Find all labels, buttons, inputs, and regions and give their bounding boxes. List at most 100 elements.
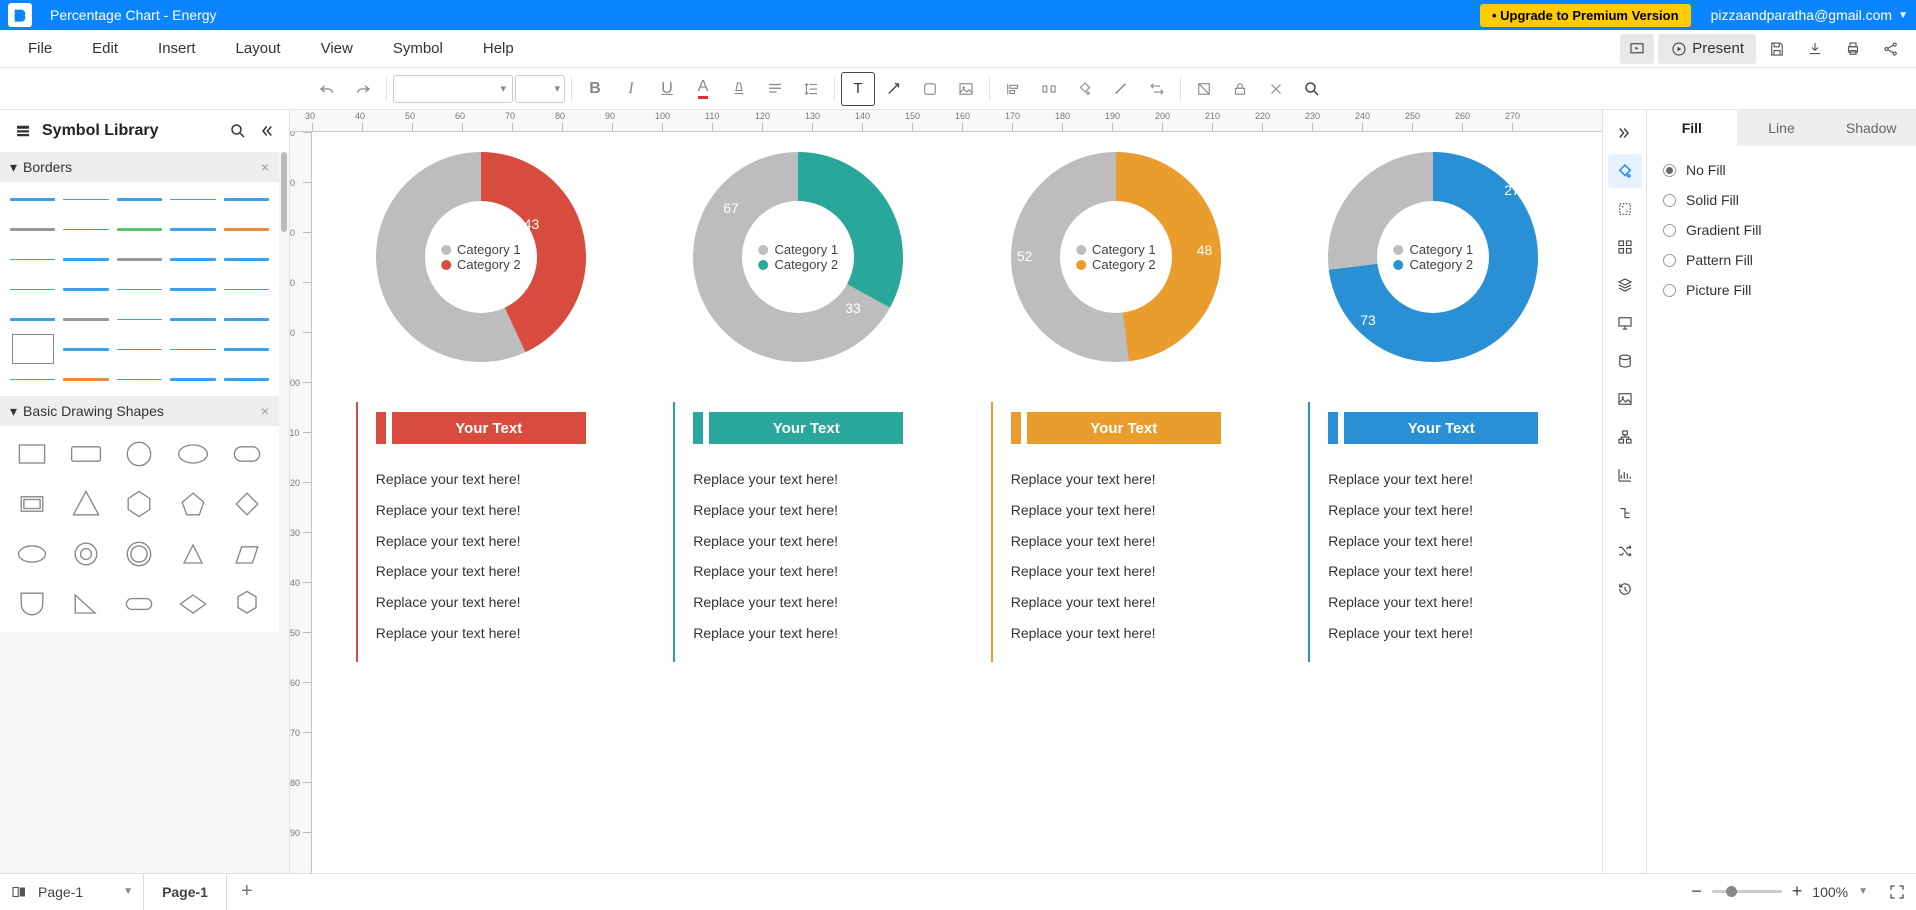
text-column[interactable]: Your TextReplace your text here!Replace … [376,412,586,649]
shape-item[interactable] [225,586,269,622]
library-scrollbar[interactable] [281,152,287,232]
present-button[interactable]: Present [1658,34,1756,64]
shape-item[interactable] [171,436,215,472]
menu-edit[interactable]: Edit [72,40,138,57]
border-item[interactable] [224,250,269,268]
border-item[interactable] [224,370,269,388]
menu-symbol[interactable]: Symbol [373,40,463,57]
border-item[interactable] [10,250,55,268]
shape-item[interactable] [64,436,108,472]
border-item[interactable] [170,190,215,208]
zoom-slider[interactable] [1712,890,1782,893]
collapse-sidebar-icon[interactable] [257,122,275,140]
font-size-select[interactable]: ▾ [515,75,565,103]
underline-button[interactable]: U [650,72,684,106]
picture-tool-icon[interactable] [1608,382,1642,416]
section-shapes[interactable]: ▾Basic Drawing Shapes× [0,396,279,426]
donut-chart[interactable]: Category 1 Category 26733 [693,152,903,362]
close-section-icon[interactable]: × [261,159,269,175]
share-button[interactable] [1874,34,1908,64]
data-tool-icon[interactable] [1608,344,1642,378]
border-item[interactable] [10,190,55,208]
border-item[interactable] [224,280,269,298]
shuffle-tool-icon[interactable] [1608,534,1642,568]
border-item[interactable] [170,250,215,268]
fill-color-button[interactable] [1068,72,1102,106]
shape-item[interactable] [225,486,269,522]
shape-item[interactable] [171,586,215,622]
grid-tool-icon[interactable] [1608,230,1642,264]
border-item[interactable] [10,220,55,238]
shape-item[interactable] [118,436,162,472]
style-tool-icon[interactable] [1608,192,1642,226]
border-item[interactable] [63,370,108,388]
undo-button[interactable] [310,72,344,106]
border-item[interactable] [170,220,215,238]
zoom-in-button[interactable]: + [1792,881,1803,902]
print-button[interactable] [1836,34,1870,64]
line-color-button[interactable] [1104,72,1138,106]
text-column[interactable]: Your TextReplace your text here!Replace … [693,412,903,649]
layers-tool-icon[interactable] [1608,268,1642,302]
shape-item[interactable] [10,536,54,572]
border-item[interactable] [63,340,108,358]
border-item[interactable] [63,250,108,268]
save-button[interactable] [1760,34,1794,64]
border-item[interactable] [10,280,55,298]
page-select[interactable]: Page-1 ▼ [28,884,143,900]
shape-item[interactable] [64,586,108,622]
history-tool-icon[interactable] [1608,572,1642,606]
font-family-select[interactable]: ▾ [393,75,513,103]
fullscreen-icon[interactable] [1888,883,1906,901]
close-section-icon[interactable]: × [261,403,269,419]
fill-tool-icon[interactable] [1608,154,1642,188]
font-color-button[interactable]: A [686,72,720,106]
border-item[interactable] [63,310,108,328]
menu-file[interactable]: File [8,40,72,57]
shape-item[interactable] [225,536,269,572]
highlight-button[interactable] [722,72,756,106]
tools-button[interactable] [1259,72,1293,106]
presentation-tool-icon[interactable] [1608,306,1642,340]
link-tool-icon[interactable] [1608,496,1642,530]
shape-item[interactable] [10,486,54,522]
italic-button[interactable]: I [614,72,648,106]
canvas-page[interactable]: Category 1 Category 243 Category 1 Categ… [312,132,1602,873]
border-item[interactable] [10,340,55,358]
tab-line[interactable]: Line [1737,110,1827,146]
border-item[interactable] [63,220,108,238]
shape-button[interactable] [913,72,947,106]
menu-insert[interactable]: Insert [138,40,216,57]
library-search-icon[interactable] [229,122,247,140]
border-item[interactable] [63,280,108,298]
text-column[interactable]: Your TextReplace your text here!Replace … [1011,412,1221,649]
section-borders[interactable]: ▾Borders× [0,152,279,182]
menu-layout[interactable]: Layout [216,40,301,57]
border-item[interactable] [10,310,55,328]
shape-item[interactable] [10,436,54,472]
border-item[interactable] [170,280,215,298]
org-tool-icon[interactable] [1608,420,1642,454]
connector-button[interactable] [877,72,911,106]
text-column[interactable]: Your TextReplace your text here!Replace … [1328,412,1538,649]
crop-button[interactable] [1187,72,1221,106]
border-item[interactable] [170,370,215,388]
align-objects-button[interactable] [996,72,1030,106]
border-item[interactable] [117,280,162,298]
border-item[interactable] [224,340,269,358]
border-item[interactable] [170,340,215,358]
border-item[interactable] [224,220,269,238]
lock-button[interactable] [1223,72,1257,106]
shape-item[interactable] [171,536,215,572]
border-item[interactable] [117,250,162,268]
slideshow-button[interactable] [1620,34,1654,64]
fill-option[interactable]: Pattern Fill [1663,252,1900,268]
shape-item[interactable] [118,486,162,522]
page-tab[interactable]: Page-1 [143,874,227,910]
border-item[interactable] [117,220,162,238]
download-button[interactable] [1798,34,1832,64]
fill-option[interactable]: Picture Fill [1663,282,1900,298]
fill-option[interactable]: Gradient Fill [1663,222,1900,238]
border-item[interactable] [117,340,162,358]
shape-item[interactable] [118,586,162,622]
